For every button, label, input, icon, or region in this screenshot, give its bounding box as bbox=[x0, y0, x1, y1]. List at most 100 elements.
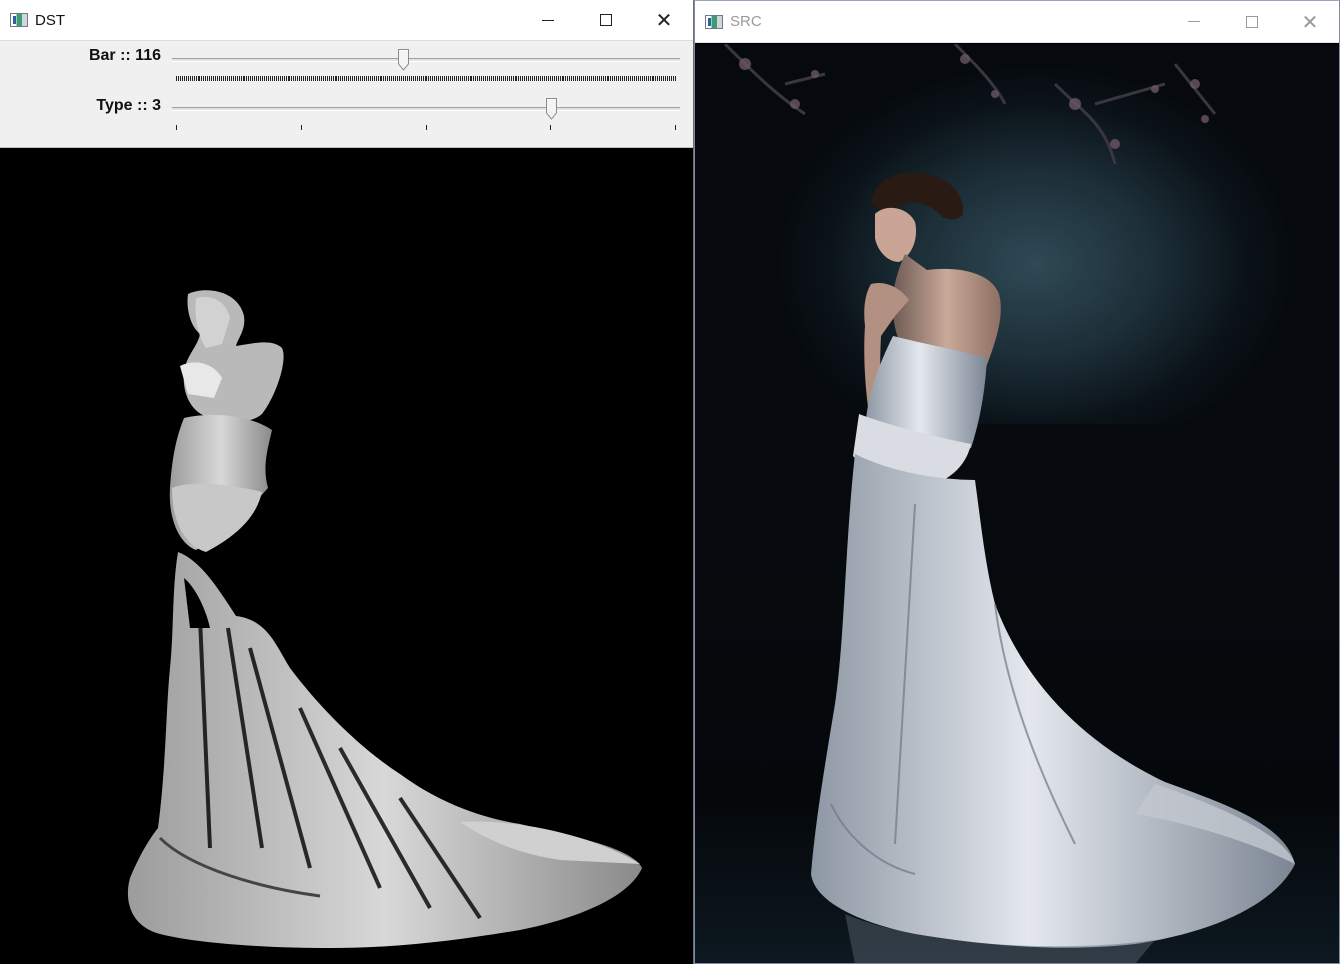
trackbar-tick bbox=[573, 76, 575, 81]
trackbar-tick bbox=[579, 76, 581, 81]
trackbar-tick bbox=[442, 76, 444, 81]
trackbar-tick bbox=[256, 76, 258, 81]
trackbar-tick bbox=[406, 76, 408, 81]
trackbar-tick bbox=[512, 76, 514, 81]
trackbar-tick bbox=[367, 76, 369, 81]
trackbar-tick bbox=[485, 76, 487, 81]
trackbar-tick bbox=[477, 76, 479, 81]
trackbar-tick bbox=[300, 125, 302, 130]
trackbar-tick bbox=[422, 76, 424, 81]
trackbar-tick bbox=[277, 76, 279, 81]
trackbar-tick bbox=[312, 76, 314, 81]
trackbar-tick bbox=[610, 76, 612, 81]
trackbar-tick bbox=[379, 76, 381, 81]
trackbar-tick bbox=[287, 76, 289, 81]
trackbar-tick bbox=[428, 76, 430, 81]
trackbar-tick bbox=[498, 76, 500, 81]
trackbar-tick bbox=[375, 76, 377, 81]
trackbar-tick bbox=[514, 76, 516, 81]
trackbar-tick bbox=[489, 76, 491, 81]
trackbar-tick bbox=[195, 76, 197, 81]
dst-window-title: DST bbox=[35, 11, 65, 29]
trackbar-tick bbox=[311, 76, 313, 81]
trackbar-tick bbox=[426, 76, 428, 81]
trackbar-tick bbox=[322, 76, 324, 81]
trackbar-tick bbox=[326, 76, 328, 81]
trackbar-tick bbox=[600, 76, 602, 81]
trackbar-tick bbox=[369, 76, 371, 81]
trackbar-tick bbox=[338, 76, 340, 81]
type-trackbar-label: Type :: 3 bbox=[96, 97, 161, 114]
trackbar-tick bbox=[410, 76, 412, 81]
trackbar-tick bbox=[350, 76, 352, 81]
minimize-icon bbox=[542, 19, 554, 21]
trackbar-tick bbox=[356, 76, 358, 81]
trackbar-tick bbox=[283, 76, 285, 81]
trackbar-tick bbox=[612, 76, 614, 81]
trackbar-tick bbox=[510, 76, 512, 81]
trackbar-tick bbox=[219, 76, 221, 81]
trackbar-tick bbox=[271, 76, 273, 81]
maximize-button[interactable] bbox=[577, 0, 635, 40]
trackbar-tick bbox=[588, 76, 590, 81]
trackbar-tick bbox=[191, 76, 193, 81]
trackbar-tick bbox=[520, 76, 522, 81]
trackbar-tick bbox=[363, 76, 365, 81]
trackbar-tick bbox=[416, 76, 418, 81]
minimize-button[interactable] bbox=[1165, 1, 1223, 42]
trackbar-tick bbox=[633, 76, 635, 81]
trackbar-tick bbox=[389, 76, 391, 81]
trackbar-tick bbox=[620, 76, 622, 81]
trackbar-tick bbox=[569, 76, 571, 81]
dst-titlebar[interactable]: DST ✕ bbox=[0, 0, 693, 40]
trackbar-tick bbox=[357, 76, 359, 81]
bar-trackbar-track[interactable] bbox=[172, 58, 680, 62]
trackbar-tick bbox=[665, 76, 667, 81]
maximize-button[interactable] bbox=[1223, 1, 1281, 42]
type-trackbar-track[interactable] bbox=[172, 107, 680, 111]
trackbar-tick bbox=[344, 76, 346, 81]
trackbar-tick bbox=[221, 76, 222, 81]
close-button[interactable]: ✕ bbox=[1281, 1, 1339, 42]
trackbar-tick bbox=[293, 76, 295, 81]
trackbar-tick bbox=[543, 76, 545, 81]
bar-slider-thumb-icon[interactable] bbox=[398, 49, 410, 71]
close-button[interactable]: ✕ bbox=[635, 0, 693, 40]
type-slider-thumb-icon[interactable] bbox=[546, 98, 557, 120]
trackbar-tick bbox=[469, 76, 471, 81]
trackbar-tick bbox=[565, 76, 567, 81]
trackbar-tick bbox=[215, 76, 217, 81]
src-image bbox=[695, 44, 1339, 963]
trackbar-tick bbox=[673, 76, 675, 81]
trackbar-tick bbox=[475, 76, 477, 81]
trackbar-tick bbox=[373, 76, 375, 81]
trackbar-tick bbox=[240, 76, 242, 81]
trackbar-tick bbox=[545, 76, 547, 81]
trackbar-tick bbox=[230, 76, 232, 81]
src-titlebar[interactable]: SRC ✕ bbox=[695, 1, 1339, 43]
trackbar-tick bbox=[483, 76, 485, 81]
trackbar-tick bbox=[567, 76, 569, 81]
src-window-title: SRC bbox=[730, 13, 762, 30]
trackbar-tick bbox=[434, 76, 436, 81]
trackbar-tick bbox=[500, 76, 502, 81]
minimize-button[interactable] bbox=[519, 0, 577, 40]
trackbar-tick bbox=[465, 76, 467, 81]
trackbar-tick bbox=[324, 76, 326, 81]
trackbar-tick bbox=[279, 76, 281, 81]
trackbar-tick bbox=[645, 76, 647, 81]
trackbar-tick bbox=[534, 76, 536, 81]
trackbar-tick bbox=[637, 76, 639, 81]
trackbar-tick bbox=[536, 76, 538, 81]
trackbar-tick bbox=[643, 76, 645, 81]
trackbar-tick bbox=[629, 76, 631, 81]
trackbar-tick bbox=[412, 76, 414, 81]
trackbar-tick bbox=[561, 76, 563, 81]
opencv-window-icon bbox=[705, 14, 723, 29]
trackbar-tick bbox=[563, 76, 565, 81]
dst-image bbox=[0, 148, 693, 964]
trackbar-tick bbox=[430, 76, 432, 81]
trackbar-tick bbox=[320, 76, 322, 81]
trackbar-tick bbox=[391, 76, 393, 81]
trackbar-tick bbox=[655, 76, 657, 81]
